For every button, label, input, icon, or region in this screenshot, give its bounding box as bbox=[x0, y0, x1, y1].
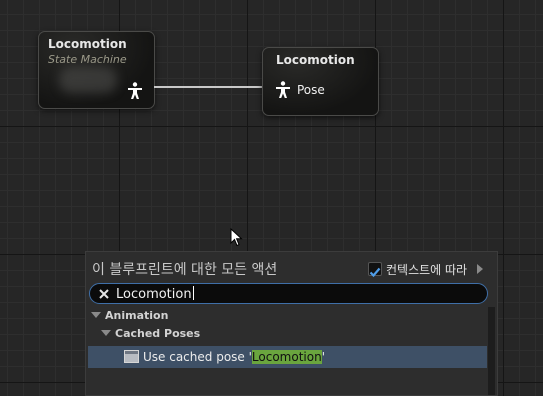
node-subtitle: State Machine bbox=[48, 53, 127, 66]
pose-pin-icon[interactable] bbox=[275, 81, 291, 99]
action-label: Use cached pose 'Locomotion' bbox=[143, 350, 326, 364]
tree-category-cached-poses[interactable]: Cached Poses bbox=[88, 325, 487, 343]
checkmark-icon bbox=[369, 267, 381, 278]
action-item-use-cached-pose[interactable]: Use cached pose 'Locomotion' bbox=[88, 346, 487, 368]
category-label: Animation bbox=[105, 309, 169, 322]
scrollbar[interactable] bbox=[488, 307, 495, 395]
search-value: Locomotion bbox=[116, 286, 194, 302]
output-pose-node[interactable]: Locomotion Pose bbox=[262, 47, 379, 116]
node-title: Locomotion bbox=[48, 37, 127, 51]
text-caret bbox=[192, 286, 194, 300]
menu-title: 이 블루프린트에 대한 모든 액션 bbox=[92, 262, 278, 278]
tree-category-animation[interactable]: Animation bbox=[88, 307, 487, 325]
expand-arrow-icon[interactable] bbox=[477, 264, 483, 274]
pose-pin-label: Pose bbox=[297, 83, 325, 97]
pose-wire[interactable] bbox=[154, 86, 263, 88]
close-icon[interactable] bbox=[98, 288, 110, 300]
context-sensitive-label[interactable]: 컨텍스트에 따라 bbox=[386, 261, 467, 278]
node-title: Locomotion bbox=[276, 53, 355, 67]
action-context-menu: 이 블루프린트에 대한 모든 액션 컨텍스트에 따라 Locomotion An… bbox=[85, 251, 498, 396]
menu-header: 이 블루프린트에 대한 모든 액션 컨텍스트에 따라 bbox=[86, 252, 497, 284]
context-sensitive-checkbox[interactable] bbox=[368, 262, 382, 278]
search-input[interactable]: Locomotion bbox=[89, 283, 488, 304]
state-machine-node[interactable]: Locomotion State Machine bbox=[38, 31, 155, 109]
function-icon bbox=[124, 350, 139, 363]
pose-pin-icon[interactable] bbox=[127, 82, 143, 100]
node-preview-blur bbox=[59, 67, 117, 93]
collapse-triangle-icon[interactable] bbox=[101, 330, 111, 336]
action-tree: Animation Cached Poses Use cached pose '… bbox=[88, 307, 487, 395]
search-match-highlight: Locomotion bbox=[251, 350, 322, 364]
mouse-cursor-icon bbox=[230, 228, 243, 247]
collapse-triangle-icon[interactable] bbox=[91, 312, 101, 318]
subcategory-label: Cached Poses bbox=[115, 327, 201, 340]
